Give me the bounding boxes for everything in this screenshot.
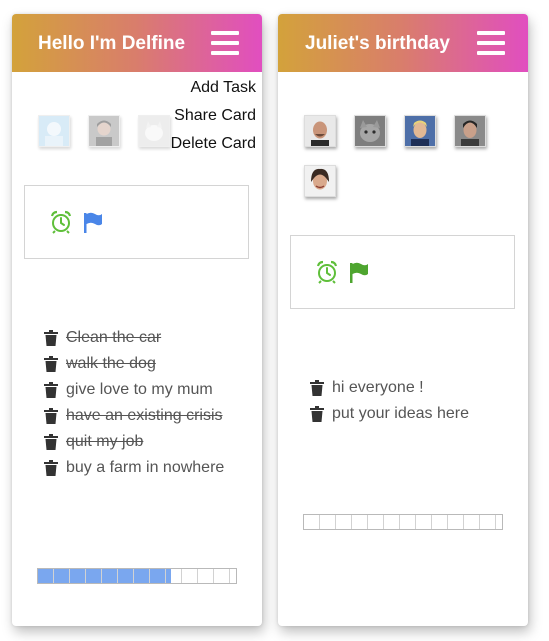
add-task-menu-item[interactable]: Add Task xyxy=(171,78,256,106)
task-item: put your ideas here xyxy=(310,405,469,431)
card: Hello I'm Delfine Add Task Share Card De… xyxy=(12,14,262,626)
task-text[interactable]: quit my job xyxy=(66,433,143,450)
task-list: Clean the car walk the dog give love to … xyxy=(44,329,224,485)
card: Juliet's birthday hi everyone ! put your… xyxy=(278,14,528,626)
task-text[interactable]: walk the dog xyxy=(66,355,156,372)
card-tools-box xyxy=(24,185,249,259)
trash-icon[interactable] xyxy=(44,356,58,372)
card-title: Hello I'm Delfine xyxy=(38,33,186,54)
task-text[interactable]: have an existing crisis xyxy=(66,407,223,424)
task-item: hi everyone ! xyxy=(310,379,469,405)
task-item: Clean the car xyxy=(44,329,224,355)
member-avatar[interactable] xyxy=(88,115,120,147)
alarm-clock-icon[interactable] xyxy=(50,210,72,234)
member-avatar[interactable] xyxy=(404,115,436,147)
task-text[interactable]: buy a farm in nowhere xyxy=(66,459,224,476)
trash-icon[interactable] xyxy=(44,382,58,398)
card-title: Juliet's birthday xyxy=(305,33,450,54)
task-text[interactable]: Clean the car xyxy=(66,329,161,346)
flag-icon[interactable] xyxy=(82,210,104,234)
alarm-clock-icon[interactable] xyxy=(316,260,338,284)
task-item: have an existing crisis xyxy=(44,407,224,433)
task-item: quit my job xyxy=(44,433,224,459)
task-text[interactable]: put your ideas here xyxy=(332,405,469,422)
hamburger-menu-icon[interactable] xyxy=(477,29,507,57)
task-list: hi everyone ! put your ideas here xyxy=(310,379,469,431)
trash-icon[interactable] xyxy=(310,380,324,396)
share-card-menu-item[interactable]: Share Card xyxy=(171,106,256,134)
hamburger-menu-icon[interactable] xyxy=(211,29,241,57)
member-avatar[interactable] xyxy=(354,115,386,147)
trash-icon[interactable] xyxy=(44,330,58,346)
task-item: buy a farm in nowhere xyxy=(44,459,224,485)
board: Hello I'm Delfine Add Task Share Card De… xyxy=(0,0,549,641)
card-header: Juliet's birthday xyxy=(278,14,528,72)
member-avatar[interactable] xyxy=(304,165,336,197)
task-text[interactable]: hi everyone ! xyxy=(332,379,424,396)
trash-icon[interactable] xyxy=(44,434,58,450)
progress-bar xyxy=(303,514,503,530)
card-tools-box xyxy=(290,235,515,309)
member-avatar[interactable] xyxy=(454,115,486,147)
task-text[interactable]: give love to my mum xyxy=(66,381,213,398)
flag-icon[interactable] xyxy=(348,260,370,284)
member-avatar[interactable] xyxy=(138,115,170,147)
card-header: Hello I'm Delfine xyxy=(12,14,262,72)
member-avatar[interactable] xyxy=(38,115,70,147)
trash-icon[interactable] xyxy=(44,460,58,476)
delete-card-menu-item[interactable]: Delete Card xyxy=(171,134,256,162)
task-item: give love to my mum xyxy=(44,381,224,407)
progress-bar xyxy=(37,568,237,584)
member-avatar[interactable] xyxy=(304,115,336,147)
task-item: walk the dog xyxy=(44,355,224,381)
card-menu-dropdown: Add Task Share Card Delete Card xyxy=(171,78,256,162)
trash-icon[interactable] xyxy=(44,408,58,424)
trash-icon[interactable] xyxy=(310,406,324,422)
